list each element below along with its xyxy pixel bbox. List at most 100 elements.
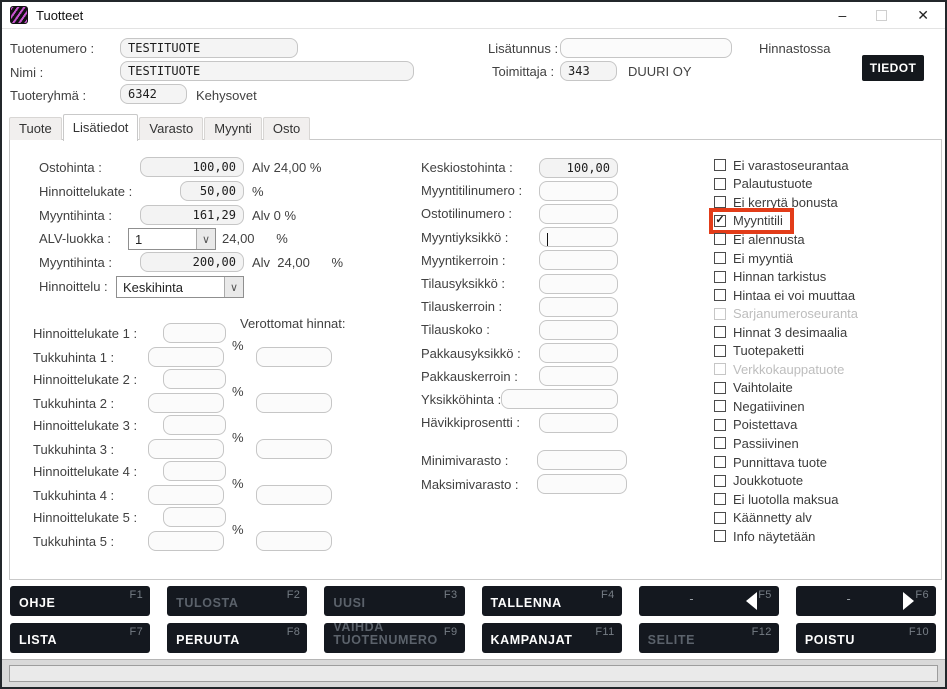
checkbox[interactable]: ✓ [714,326,726,338]
chevron-down-icon[interactable]: ∨ [196,229,215,249]
close-icon[interactable]: ✕ [917,8,929,22]
function-button[interactable]: F4 TALLENNA [482,586,622,616]
lisatunnus-input[interactable] [560,38,732,58]
checkbox[interactable]: ✓ [714,512,726,524]
checkbox[interactable]: ✓ [714,215,726,227]
hinnoittelukate-tier-input[interactable] [163,323,226,343]
detail-row: Pakkausyksikkö : [421,342,618,365]
detail-input[interactable] [539,274,618,294]
detail-input[interactable] [539,181,618,201]
hinnoittelukate-tier-input[interactable] [163,415,226,435]
checkbox[interactable]: ✓ [714,271,726,283]
function-button[interactable]: F10 POISTU [796,623,936,653]
fkey-label: F10 [909,626,929,638]
function-button[interactable]: F7 LISTA [10,623,150,653]
hinnoittelukate-input[interactable]: 50,00 [180,181,244,201]
detail-input[interactable] [539,227,618,247]
hinnoittelukate-tier-input[interactable] [163,461,226,481]
hinnoittelukate-tier-input[interactable] [163,369,226,389]
checkbox[interactable]: ✓ [714,178,726,190]
chevron-down-icon[interactable]: ∨ [224,277,243,297]
toimittaja-input[interactable]: 343 [560,61,617,81]
detail-input[interactable]: 100,00 [539,158,618,178]
flag-row: ✓ Hinnat 3 desimaalia [713,323,854,342]
ostohinta-alv-text: Alv 24,00 % [252,160,321,175]
toimittaja-label: Toimittaja : [492,64,554,79]
function-button[interactable]: F2 TULOSTA [167,586,307,616]
function-button[interactable]: F9 VAIHDA TUOTENUMERO [324,623,464,653]
tukkuhinta-tier-label: Tukkuhinta 4 : [33,488,114,503]
detail-input[interactable] [539,250,618,270]
function-button[interactable]: F3 UUSI [324,586,464,616]
checkbox[interactable]: ✓ [714,493,726,505]
detail-input[interactable] [501,389,618,409]
fkey-label: F7 [130,626,144,638]
next-arrow-icon [903,592,914,610]
hinnoittelukate-tier-input[interactable] [163,507,226,527]
tiedot-button[interactable]: TIEDOT [862,55,924,81]
stock-input[interactable] [537,450,627,470]
minimize-icon[interactable]: – [838,8,846,22]
checkbox[interactable]: ✓ [714,456,726,468]
tukkuhinta-tier-input[interactable] [148,531,224,551]
tukkuhinta-tier-input[interactable] [148,347,224,367]
detail-input[interactable] [539,320,618,340]
checkbox[interactable]: ✓ [714,530,726,542]
hinnoittelukate-percent-text: % [252,184,264,199]
checkbox[interactable]: ✓ [714,419,726,431]
function-button[interactable]: F8 PERUUTA [167,623,307,653]
function-button[interactable]: F5 - [639,586,779,616]
detail-input[interactable] [539,366,618,386]
checkbox[interactable]: ✓ [714,475,726,487]
checkbox[interactable]: ✓ [714,233,726,245]
tuoteryhma-input[interactable]: 6342 [120,84,187,104]
detail-input[interactable] [539,204,618,224]
product-window: Tuotteet – ✕ Tuotenumero : TESTITUOTE Ni… [0,0,947,689]
veroton-hinta-input[interactable] [256,347,332,367]
flag-row: ✓ Ei kerrytä bonusta [713,193,845,212]
lisatunnus-label: Lisätunnus : [488,41,558,56]
checkbox[interactable]: ✓ [714,345,726,357]
tukkuhinta-tier-input[interactable] [148,393,224,413]
detail-input[interactable] [539,413,618,433]
alv-luokka-select[interactable]: 1 ∨ [128,228,216,250]
checkbox[interactable]: ✓ [714,289,726,301]
detail-input[interactable] [539,297,618,317]
hinnoittelu-select[interactable]: Keskihinta ∨ [116,276,244,298]
veroton-hinta-input[interactable] [256,439,332,459]
checkbox[interactable]: ✓ [714,437,726,449]
tukkuhinta-tier-input[interactable] [148,439,224,459]
checkbox[interactable]: ✓ [714,382,726,394]
checkbox-label: Myyntitili [733,213,783,228]
function-button[interactable]: F6 - [796,586,936,616]
veroton-hinta-input[interactable] [256,485,332,505]
checkbox[interactable]: ✓ [714,252,726,264]
checkbox[interactable]: ✓ [714,363,726,375]
checkbox[interactable]: ✓ [714,196,726,208]
function-button[interactable]: F1 OHJE [10,586,150,616]
checkbox[interactable]: ✓ [714,308,726,320]
myyntihinta0-input[interactable]: 161,29 [140,205,244,225]
checkbox-label: Vaihtolaite [733,380,793,395]
tab[interactable]: Lisätiedot [63,114,139,141]
veroton-hinta-input[interactable] [256,531,332,551]
tuotenumero-input[interactable]: TESTITUOTE [120,38,298,58]
tab[interactable]: Osto [263,117,310,140]
tab[interactable]: Tuote [9,117,62,140]
maximize-icon[interactable] [876,10,887,21]
detail-input[interactable] [539,343,618,363]
tab[interactable]: Varasto [139,117,203,140]
ostohinta-input[interactable]: 100,00 [140,157,244,177]
stock-input[interactable] [537,474,627,494]
detail-label: Tilausyksikkö : [421,276,505,291]
function-button[interactable]: F11 KAMPANJAT [482,623,622,653]
tukkuhinta-tier-input[interactable] [148,485,224,505]
nimi-input[interactable]: TESTITUOTE [120,61,414,81]
checkbox[interactable]: ✓ [714,400,726,412]
veroton-hinta-input[interactable] [256,393,332,413]
myyntihinta-alv-input[interactable]: 200,00 [140,252,244,272]
tab[interactable]: Myynti [204,117,262,140]
checkbox[interactable]: ✓ [714,159,726,171]
function-button[interactable]: F12 SELITE [639,623,779,653]
detail-row: Tilausyksikkö : [421,272,618,295]
